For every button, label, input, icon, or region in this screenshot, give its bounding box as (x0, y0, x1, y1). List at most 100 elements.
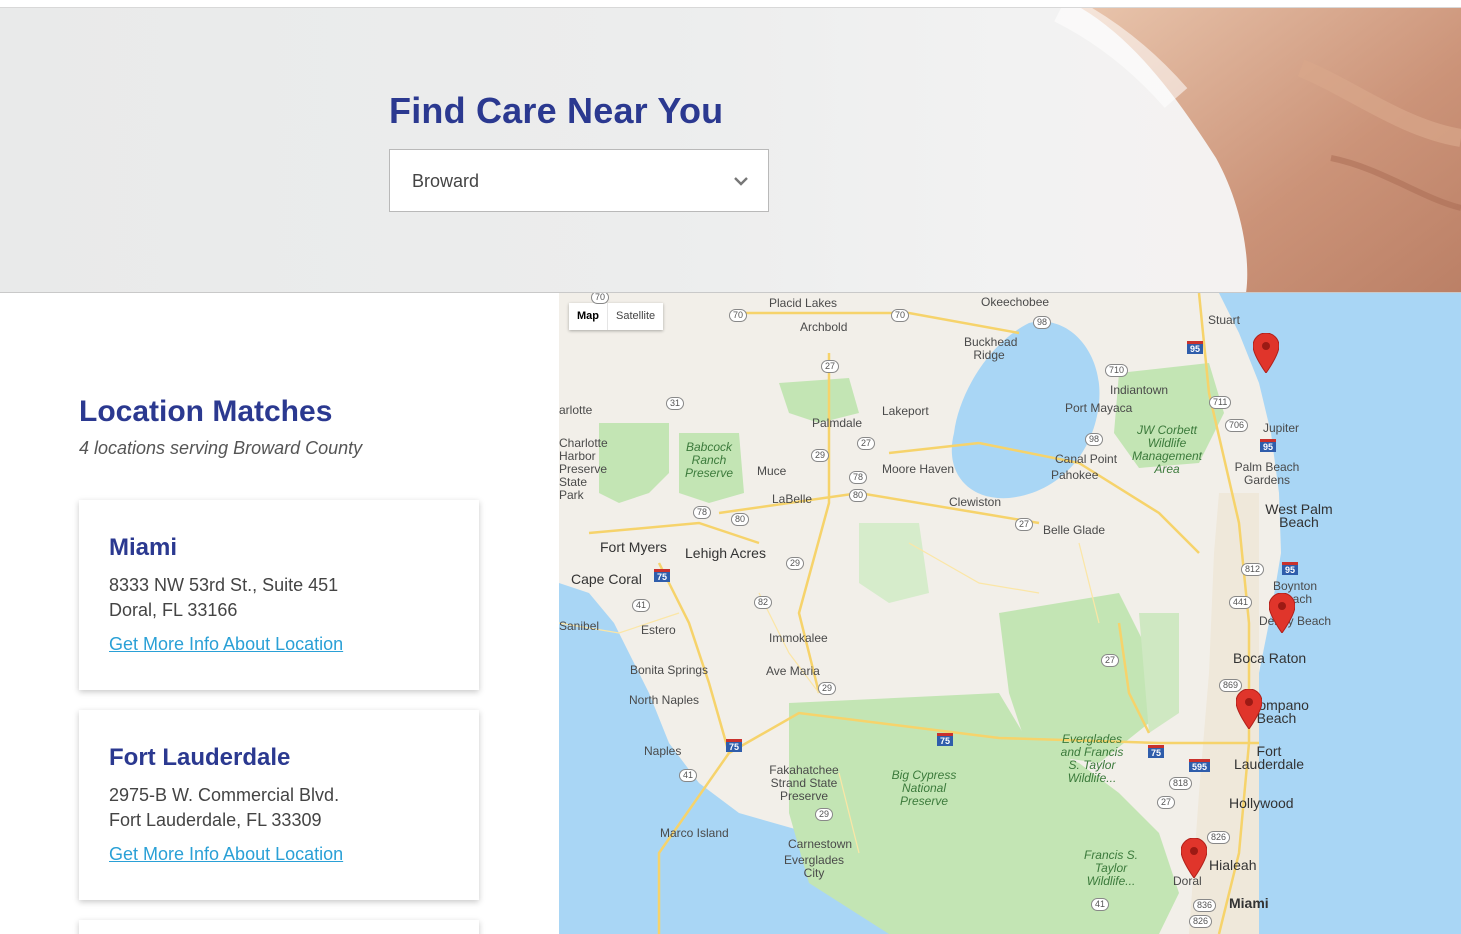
map-label: Jupiter (1263, 421, 1300, 435)
location-card: Fort Lauderdale 2975-B W. Commercial Blv… (79, 710, 479, 900)
highway-shield: 82 (754, 596, 773, 609)
map-label: Naples (644, 744, 682, 758)
map-label: Clewiston (949, 495, 1002, 509)
highway-shield: 812 (1241, 563, 1265, 576)
satellite-view-button[interactable]: Satellite (607, 303, 663, 330)
map-label: Babcock Ranch Preserve (684, 440, 734, 480)
highway-shield: 27 (857, 437, 876, 450)
map-label: Moore Haven (882, 462, 955, 476)
highway-shield: 70 (591, 293, 610, 304)
interstate-shield: 95 (1260, 439, 1277, 452)
county-select-value: Broward (412, 171, 480, 191)
highway-shield: 29 (811, 449, 830, 462)
map-marker-icon[interactable] (1253, 333, 1279, 373)
highway-shield: 70 (729, 309, 748, 322)
chevron-down-icon (734, 177, 748, 186)
hands-photo (1054, 8, 1461, 292)
map-label: Belle Glade (1043, 523, 1106, 537)
map-label: Pahokee (1051, 468, 1099, 482)
highway-shield: 98 (1085, 433, 1104, 446)
map-label: Estero (641, 623, 676, 637)
map-marker-icon[interactable] (1236, 689, 1262, 729)
interstate-shield: 75 (654, 569, 671, 582)
map-label: Immokalee (769, 631, 828, 645)
highway-shield: 31 (666, 397, 685, 410)
map-label: Charlotte Harbor Preserve State Park (559, 436, 608, 502)
map-label: Sanibel (559, 619, 600, 633)
highway-shield: 706 (1225, 419, 1249, 432)
map-label: West Palm Beach (1265, 501, 1333, 530)
highway-shield: 441 (1229, 596, 1253, 609)
map-label: Lehigh Acres (685, 545, 766, 561)
highway-shield: 836 (1193, 899, 1217, 912)
highway-shield: 80 (849, 489, 868, 502)
highway-shield: 98 (1033, 316, 1052, 329)
map-marker-icon[interactable] (1181, 838, 1207, 878)
top-bar (0, 0, 1461, 8)
location-card: Miami 8333 NW 53rd St., Suite 451 Doral,… (79, 500, 479, 690)
highway-shield: 27 (1015, 518, 1034, 531)
location-info-link[interactable]: Get More Info About Location (109, 844, 343, 865)
map-label: Okeechobee (981, 295, 1050, 309)
highway-shield: 29 (815, 808, 834, 821)
location-matches: Location Matches 4 locations serving Bro… (0, 293, 559, 934)
map-label: Port Mayaca (1065, 401, 1133, 415)
interstate-shield: 75 (937, 733, 954, 746)
map-label: Everglades and Francis S. Taylor Wildlif… (1060, 732, 1124, 785)
map-label: Fort Lauderdale (1233, 743, 1305, 772)
map-label: Boca Raton (1233, 650, 1307, 666)
location-name: Miami (109, 534, 178, 561)
highway-shield: 826 (1189, 915, 1213, 928)
map-label: Buckhead Ridge (964, 335, 1018, 362)
highway-shield: 710 (1105, 364, 1129, 377)
map-label: Carnestown (788, 837, 853, 851)
interstate-shield: 595 (1189, 759, 1211, 772)
map-label: Everglades City (784, 853, 845, 880)
highway-shield: 27 (821, 360, 840, 373)
location-city: Doral, FL 33166 (109, 600, 238, 620)
map-marker-icon[interactable] (1269, 593, 1295, 633)
county-select[interactable]: Broward (389, 149, 769, 212)
location-info-link[interactable]: Get More Info About Location (109, 634, 343, 655)
highway-shield: 711 (1209, 396, 1232, 409)
map-label: Muce (757, 464, 787, 478)
location-name: Fort Lauderdale (109, 744, 291, 771)
interstate-shield: 95 (1282, 562, 1299, 575)
map-label: Fakahatchee Strand State Preserve (769, 763, 839, 803)
map-label: Canal Point (1055, 452, 1118, 466)
highway-shield: 27 (1157, 796, 1176, 809)
interstate-shield: 75 (726, 739, 743, 752)
highway-shield: 78 (693, 506, 712, 519)
map-label: Hollywood (1229, 795, 1294, 811)
map-label: Palm Beach Gardens (1234, 460, 1300, 487)
interstate-shield: 75 (1148, 745, 1165, 758)
page-title: Find Care Near You (389, 90, 724, 131)
highway-shield: 29 (786, 557, 805, 570)
highway-shield: 80 (731, 513, 750, 526)
map-label: Cape Coral (571, 571, 642, 587)
highway-shield: 41 (632, 599, 651, 612)
map-label: Lakeport (882, 404, 929, 418)
map-type-toggle: Map Satellite (569, 303, 664, 330)
highway-shield: 41 (1091, 898, 1110, 911)
map-label: Fort Myers (600, 539, 667, 555)
map-label: North Naples (629, 693, 700, 707)
map-view-button[interactable]: Map (569, 303, 607, 330)
location-card (79, 920, 479, 934)
highway-shield: 70 (891, 309, 910, 322)
map-label: Big Cypress National Preserve (891, 768, 957, 808)
map-label: Francis S. Taylor Wildlife... (1083, 848, 1138, 888)
location-address: 2975-B W. Commercial Blvd. (109, 785, 340, 805)
map-label: Bonita Springs (630, 663, 709, 677)
map-label: Palmdale (812, 416, 863, 430)
highway-shield: 27 (1101, 654, 1120, 667)
location-city: Fort Lauderdale, FL 33309 (109, 810, 322, 830)
map-label: LaBelle (772, 492, 813, 506)
highway-shield: 41 (679, 769, 698, 782)
matches-title: Location Matches (79, 395, 333, 428)
hero-banner: Find Care Near You Broward (0, 8, 1461, 293)
map-label: Placid Lakes (769, 296, 838, 310)
location-address: 8333 NW 53rd St., Suite 451 (109, 575, 339, 595)
map-label: arlotte (559, 403, 593, 417)
location-map[interactable]: Map Satellite Placid Lakes Archbold Okee… (559, 293, 1461, 934)
